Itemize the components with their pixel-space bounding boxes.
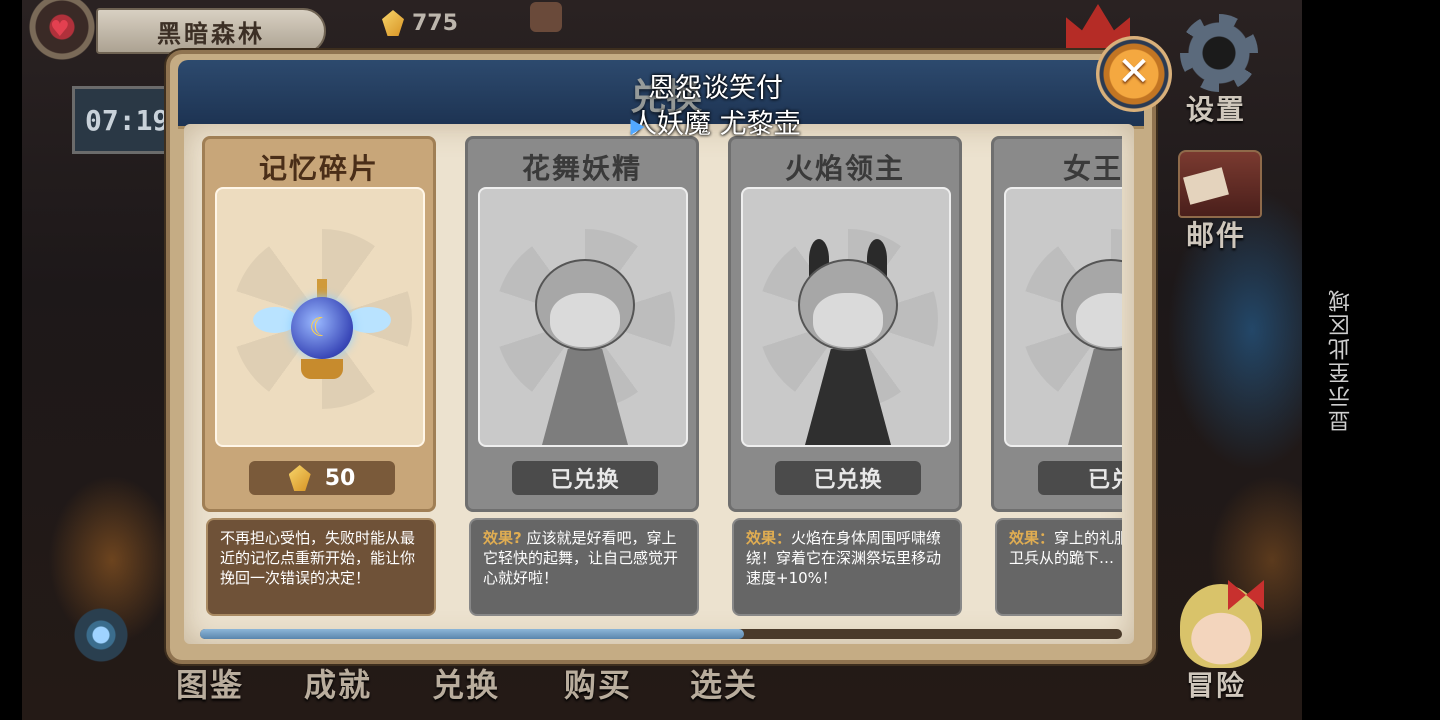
redeemed-badge: 已兑 <box>1038 461 1122 495</box>
location-label: 黑暗森林 <box>96 8 326 54</box>
card-title: 火焰领主 <box>784 152 905 185</box>
card-art <box>478 187 688 447</box>
card-title: 记忆碎片 <box>258 152 379 185</box>
orb-base <box>301 359 343 379</box>
gem-icon <box>288 465 311 491</box>
horizontal-scrollbar[interactable] <box>200 629 1122 639</box>
gem-icon <box>382 10 404 36</box>
card-flower-fairy[interactable]: 花舞妖精 已兑换 <box>465 136 699 512</box>
effect-label: 效果： <box>1009 529 1055 547</box>
card-memory-fragment[interactable]: 记忆碎片 ☾ 50 <box>202 136 436 512</box>
nav-level-select[interactable]: 选关 <box>690 660 758 706</box>
card-art: ☾ <box>215 187 425 447</box>
card-title: 花舞妖精 <box>521 152 642 185</box>
close-button[interactable]: ✕ <box>1096 36 1172 112</box>
card-description: 不再担心受怕，失败时能从最近的记忆点重新开始，能让你挽回一次错误的决定！ <box>206 518 436 616</box>
card-art <box>741 187 951 447</box>
gem-count-value: 775 <box>412 10 458 36</box>
display-area-hint: 显示至此区域 <box>1329 288 1354 432</box>
character-face <box>813 293 883 347</box>
effect-label: 效果? <box>483 529 522 547</box>
heart-icon: ♥ <box>50 17 70 42</box>
camera-icon[interactable] <box>530 2 562 32</box>
moon-icon: ☾ <box>309 313 333 343</box>
description-text: 不再担心受怕，失败时能从最近的记忆点重新开始，能让你挽回一次错误的决定！ <box>220 529 416 587</box>
card-title: 女王驾 <box>1062 152 1122 185</box>
close-icon: ✕ <box>1117 49 1151 95</box>
card-flame-lord[interactable]: 火焰领主 已兑换 <box>728 136 962 512</box>
price-value: 50 <box>324 465 356 491</box>
overlay-caption-line-2: 人妖魔 尤黎壶 <box>630 109 801 140</box>
scrollbar-thumb[interactable] <box>200 629 744 639</box>
card-description: 效果：火焰在身体周围呼啸缭绕！穿着它在深渊祭坛里移动速度+10%！ <box>732 518 962 616</box>
card-description: 效果? 应该就是好看吧，穿上它轻快的起舞，让自己感觉开心就好啦！ <box>469 518 699 616</box>
redeemed-badge: 已兑换 <box>775 461 921 495</box>
redeemed-badge: 已兑换 <box>512 461 658 495</box>
wing-icon <box>347 307 391 333</box>
card-description: 效果：穿上的礼服，威之处的卫兵从的跪下… <box>995 518 1122 616</box>
nav-exchange[interactable]: 兑换 <box>432 660 500 706</box>
nav-codex[interactable]: 图鉴 <box>176 660 244 706</box>
gear-icon[interactable] <box>1180 14 1258 92</box>
card-queen-costume[interactable]: 女王驾 已兑 <box>991 136 1122 512</box>
compass-icon[interactable] <box>66 600 136 670</box>
character-face <box>550 293 620 347</box>
nav-achievements[interactable]: 成就 <box>304 660 372 706</box>
mail-button[interactable]: 邮件 <box>1186 214 1246 254</box>
gem-counter: 775 <box>382 6 458 40</box>
price-button[interactable]: 50 <box>249 461 395 495</box>
nav-purchase[interactable]: 购买 <box>564 660 632 706</box>
card-carousel[interactable]: 记忆碎片 ☾ 50 不再担心受怕，失败时能从最近的记忆点重新开始，能让你挽回一次… <box>200 130 1122 622</box>
card-art <box>1004 187 1122 447</box>
adventure-button[interactable]: 冒险 <box>1186 664 1246 704</box>
settings-button[interactable]: 设置 <box>1186 88 1246 128</box>
orb-finial <box>317 279 327 299</box>
overlay-caption-line-1: 恩怨谈笑付 <box>648 73 783 104</box>
effect-label: 效果： <box>746 529 792 547</box>
